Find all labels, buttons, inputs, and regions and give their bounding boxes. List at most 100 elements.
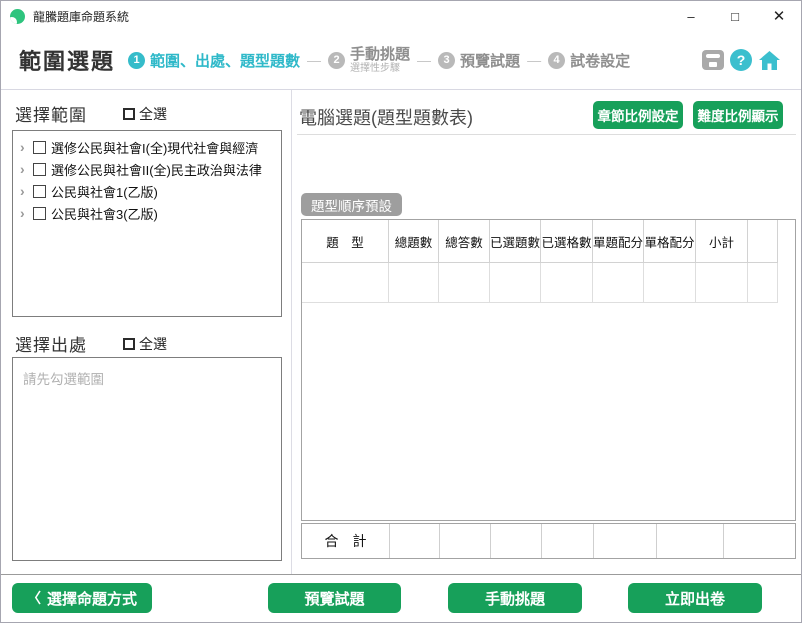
totals-cell bbox=[723, 524, 795, 558]
step-4-number: 4 bbox=[548, 51, 566, 69]
app-logo-icon bbox=[10, 8, 25, 24]
table-cell bbox=[302, 263, 389, 303]
choose-exam-mode-button[interactable]: 〈 選擇命題方式 bbox=[12, 583, 152, 613]
page-title: 範圍選題 bbox=[19, 49, 116, 74]
preview-questions-button[interactable]: 預覽試題 bbox=[268, 583, 401, 613]
right-panel-divider bbox=[297, 134, 796, 135]
col-header-subtotal: 小計 bbox=[696, 220, 748, 263]
tree-item-label: 選修公民與社會I(全)現代社會與經濟 bbox=[51, 140, 259, 156]
header-icons: ? bbox=[702, 49, 781, 71]
expand-chevron-icon[interactable]: › bbox=[20, 205, 33, 221]
tree-item[interactable]: › 公民與社會3(乙版) bbox=[13, 202, 281, 224]
totals-cell bbox=[389, 524, 439, 558]
col-header-total-answers: 總答數 bbox=[439, 220, 490, 263]
step-separator: — bbox=[307, 52, 322, 68]
step-separator: — bbox=[527, 52, 542, 68]
table-cell bbox=[644, 263, 696, 303]
help-icon[interactable]: ? bbox=[730, 49, 752, 71]
tree-item[interactable]: › 選修公民與社會II(全)民主政治與法律 bbox=[13, 158, 281, 180]
step-2-subtitle: 選擇性步驟 bbox=[350, 62, 401, 74]
source-placeholder-text: 請先勾選範圍 bbox=[23, 372, 104, 387]
question-order-preset-badge[interactable]: 題型順序預設 bbox=[301, 193, 402, 216]
col-header-selected-cells: 已選格數 bbox=[541, 220, 593, 263]
range-title: 選擇範圍 bbox=[15, 106, 87, 125]
generate-paper-button[interactable]: 立即出卷 bbox=[628, 583, 762, 613]
range-select-all-checkbox[interactable] bbox=[123, 107, 135, 120]
source-select-all-checkbox[interactable] bbox=[123, 337, 135, 350]
step-3-preview[interactable]: 3 預覽試題 bbox=[438, 50, 520, 71]
app-window: 龍騰題庫命題系統 – □ ✕ 範圍選題 1 範圍、出處、題型題數 — 2 手動挑… bbox=[0, 0, 802, 623]
tree-item-label: 公民與社會1(乙版) bbox=[51, 184, 158, 200]
footer-divider bbox=[1, 574, 801, 575]
tree-item-checkbox[interactable] bbox=[33, 140, 46, 154]
back-chevron-icon: 〈 bbox=[26, 590, 41, 606]
col-header-empty bbox=[748, 220, 778, 263]
tree-item-checkbox[interactable] bbox=[33, 206, 46, 220]
tree-item-checkbox[interactable] bbox=[33, 184, 46, 198]
source-list: 請先勾選範圍 bbox=[12, 357, 282, 561]
question-type-table: 題 型 總題數 總答數 已選題數 已選格數 單題配分 單格配分 小計 bbox=[301, 219, 796, 521]
expand-chevron-icon[interactable]: › bbox=[20, 161, 33, 177]
step-4-paper-settings[interactable]: 4 試卷設定 bbox=[548, 50, 630, 71]
window-title: 龍騰題庫命題系統 bbox=[33, 9, 130, 24]
step-3-label: 預覽試題 bbox=[460, 52, 521, 70]
source-select-all-label: 全選 bbox=[139, 335, 167, 352]
totals-cell bbox=[490, 524, 541, 558]
minimize-button[interactable]: – bbox=[669, 1, 713, 31]
table-cell bbox=[696, 263, 748, 303]
totals-cell bbox=[593, 524, 656, 558]
tree-item[interactable]: › 公民與社會1(乙版) bbox=[13, 180, 281, 202]
step-4-label: 試卷設定 bbox=[570, 52, 631, 70]
expand-chevron-icon[interactable]: › bbox=[20, 183, 33, 199]
table-cell bbox=[593, 263, 644, 303]
choose-exam-mode-label: 選擇命題方式 bbox=[46, 590, 137, 608]
table-header-row: 題 型 總題數 總答數 已選題數 已選格數 單題配分 單格配分 小計 bbox=[302, 220, 795, 263]
save-icon[interactable] bbox=[702, 50, 724, 70]
manual-pick-button[interactable]: 手動挑題 bbox=[448, 583, 582, 613]
table-cell bbox=[389, 263, 439, 303]
totals-row: 合 計 bbox=[301, 523, 796, 559]
header-divider bbox=[1, 89, 801, 90]
col-header-question-type: 題 型 bbox=[302, 220, 389, 263]
panel-divider bbox=[291, 90, 292, 574]
maximize-button[interactable]: □ bbox=[713, 1, 757, 31]
source-select-all[interactable]: 全選 bbox=[123, 334, 167, 354]
page-header: 範圍選題 1 範圍、出處、題型題數 — 2 手動挑題 選擇性步驟 — 3 預覽試… bbox=[1, 31, 801, 89]
computer-selection-title: 電腦選題(題型題數表) bbox=[299, 108, 473, 128]
step-3-number: 3 bbox=[438, 51, 456, 69]
source-title: 選擇出處 bbox=[15, 336, 87, 355]
tree-item-checkbox[interactable] bbox=[33, 162, 46, 176]
col-header-points-per-cell: 單格配分 bbox=[644, 220, 696, 263]
step-1-range[interactable]: 1 範圍、出處、題型題數 bbox=[128, 50, 300, 71]
chapter-ratio-button[interactable]: 章節比例設定 bbox=[593, 101, 683, 129]
wizard-steps: 1 範圍、出處、題型題數 — 2 手動挑題 選擇性步驟 — 3 預覽試題 — 4… bbox=[128, 46, 630, 75]
totals-cell bbox=[439, 524, 490, 558]
step-separator: — bbox=[417, 52, 432, 68]
totals-label: 合 計 bbox=[324, 533, 367, 549]
tree-item-label: 選修公民與社會II(全)民主政治與法律 bbox=[51, 162, 262, 178]
tree-item[interactable]: › 選修公民與社會I(全)現代社會與經濟 bbox=[13, 136, 281, 158]
expand-chevron-icon[interactable]: › bbox=[20, 139, 33, 155]
range-select-all-label: 全選 bbox=[139, 105, 167, 122]
close-button[interactable]: ✕ bbox=[757, 1, 801, 31]
col-header-points-per-question: 單題配分 bbox=[593, 220, 644, 263]
totals-cell bbox=[541, 524, 593, 558]
step-2-label: 手動挑題 bbox=[350, 45, 411, 63]
col-header-total-questions: 總題數 bbox=[389, 220, 439, 263]
col-header-selected-questions: 已選題數 bbox=[490, 220, 541, 263]
tree-item-label: 公民與社會3(乙版) bbox=[51, 206, 158, 222]
step-1-label: 範圍、出處、題型題數 bbox=[150, 52, 301, 70]
table-cell bbox=[541, 263, 593, 303]
range-select-all[interactable]: 全選 bbox=[123, 104, 167, 124]
table-cell bbox=[490, 263, 541, 303]
window-controls: – □ ✕ bbox=[669, 1, 801, 31]
step-1-number: 1 bbox=[128, 51, 146, 69]
table-cell bbox=[439, 263, 490, 303]
table-row bbox=[302, 263, 795, 303]
range-tree: › 選修公民與社會I(全)現代社會與經濟 › 選修公民與社會II(全)民主政治與… bbox=[12, 130, 282, 317]
home-icon[interactable] bbox=[758, 50, 781, 71]
difficulty-ratio-button[interactable]: 難度比例顯示 bbox=[693, 101, 783, 129]
step-2-number: 2 bbox=[328, 51, 346, 69]
step-2-manual-pick[interactable]: 2 手動挑題 選擇性步驟 bbox=[328, 46, 410, 75]
titlebar: 龍騰題庫命題系統 – □ ✕ bbox=[1, 1, 801, 31]
